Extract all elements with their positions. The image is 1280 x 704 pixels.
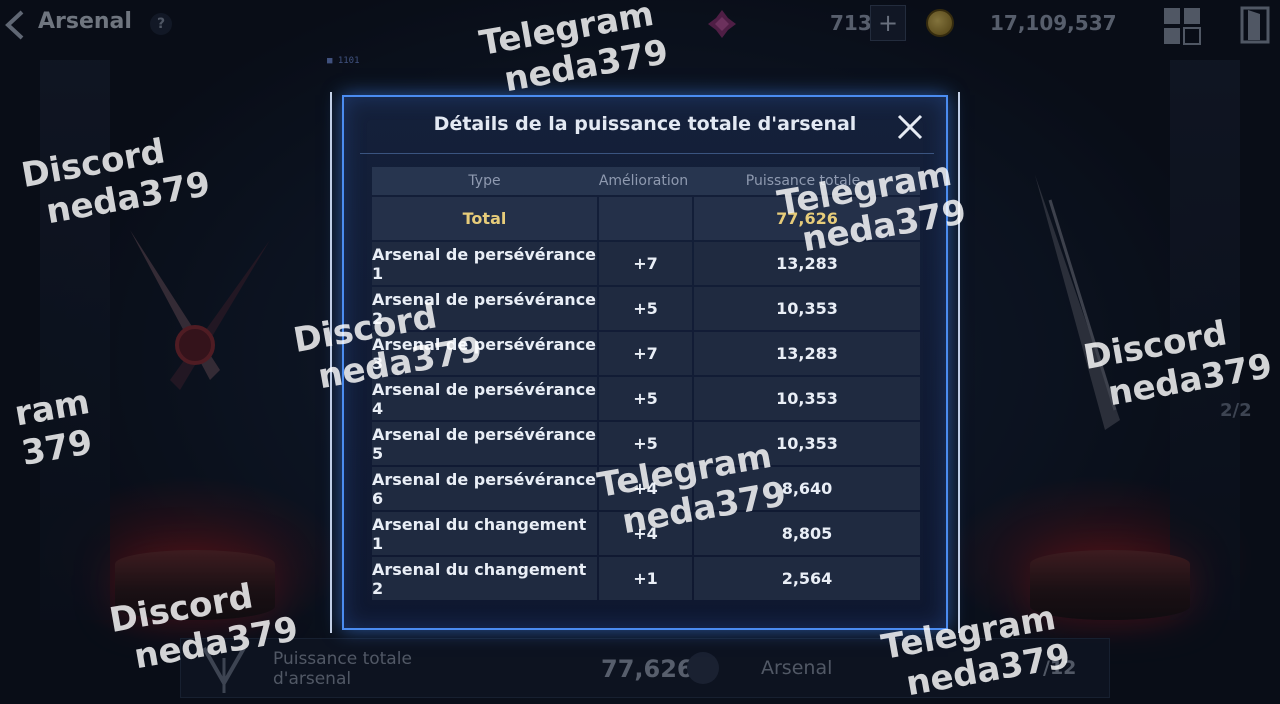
dialog-divider bbox=[360, 153, 934, 154]
cell-type: Arsenal du changement 2 bbox=[372, 557, 597, 600]
power-details-table: Type Amélioration Puissance totale Total… bbox=[372, 167, 920, 600]
table-row: Arsenal de persévérance 3 +7 13,283 bbox=[372, 332, 920, 375]
column-header-total-power: Puissance totale bbox=[745, 173, 861, 189]
column-header-type: Type bbox=[468, 173, 501, 189]
cell-power: 10,353 bbox=[694, 377, 920, 420]
cell-power: 2,564 bbox=[694, 557, 920, 600]
cell-upgrade: +4 bbox=[599, 467, 692, 510]
table-row: Arsenal de persévérance 4 +5 10,353 bbox=[372, 377, 920, 420]
cell-upgrade: +5 bbox=[599, 377, 692, 420]
cell-upgrade: +4 bbox=[599, 512, 692, 555]
cell-power: 10,353 bbox=[694, 422, 920, 465]
cell-type: Arsenal de persévérance 6 bbox=[372, 467, 597, 510]
table-header: Type Amélioration Puissance totale bbox=[372, 167, 920, 195]
cell-type: Arsenal de persévérance 2 bbox=[372, 287, 597, 330]
cell-type: Arsenal de persévérance 1 bbox=[372, 242, 597, 285]
table-row: Arsenal du changement 2 +1 2,564 bbox=[372, 557, 920, 600]
table-row: Arsenal de persévérance 6 +4 8,640 bbox=[372, 467, 920, 510]
cell-power: 77,626 bbox=[694, 197, 920, 240]
cell-type: Total bbox=[372, 197, 597, 240]
cell-upgrade: +7 bbox=[599, 332, 692, 375]
cell-type: Arsenal de persévérance 4 bbox=[372, 377, 597, 420]
cell-type: Arsenal de persévérance 5 bbox=[372, 422, 597, 465]
cell-power: 13,283 bbox=[694, 242, 920, 285]
table-row-total: Total 77,626 bbox=[372, 197, 920, 240]
table-row: Arsenal de persévérance 2 +5 10,353 bbox=[372, 287, 920, 330]
cell-power: 13,283 bbox=[694, 332, 920, 375]
cell-upgrade: +7 bbox=[599, 242, 692, 285]
dialog-title: Détails de la puissance totale d'arsenal bbox=[433, 113, 857, 135]
column-header-upgrade: Amélioration bbox=[598, 173, 689, 189]
close-icon[interactable] bbox=[896, 113, 924, 141]
cell-upgrade bbox=[599, 197, 692, 240]
cell-power: 10,353 bbox=[694, 287, 920, 330]
cell-power: 8,640 bbox=[694, 467, 920, 510]
cell-power: 8,805 bbox=[694, 512, 920, 555]
cell-type: Arsenal de persévérance 3 bbox=[372, 332, 597, 375]
cell-upgrade: +5 bbox=[599, 287, 692, 330]
table-row: Arsenal du changement 1 +4 8,805 bbox=[372, 512, 920, 555]
arsenal-power-details-dialog: Détails de la puissance totale d'arsenal… bbox=[342, 95, 948, 630]
table-row: Arsenal de persévérance 1 +7 13,283 bbox=[372, 242, 920, 285]
cell-type: Arsenal du changement 1 bbox=[372, 512, 597, 555]
table-row: Arsenal de persévérance 5 +5 10,353 bbox=[372, 422, 920, 465]
cell-upgrade: +1 bbox=[599, 557, 692, 600]
cell-upgrade: +5 bbox=[599, 422, 692, 465]
